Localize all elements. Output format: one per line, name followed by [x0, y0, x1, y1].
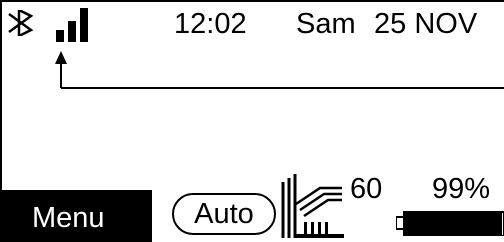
thermostat-display: 12:02 Sam 25 NOV Menu Auto 60 99% — [0, 0, 504, 242]
menu-softkey[interactable]: Menu — [2, 190, 152, 242]
auto-mode-badge: Auto — [172, 193, 276, 235]
battery-icon — [396, 211, 504, 236]
radiator-heat-icon — [281, 174, 344, 238]
heating-setpoint-value: 60 — [350, 173, 383, 205]
bluetooth-pointer-arrow — [55, 51, 504, 89]
battery-fill-level — [405, 213, 503, 235]
battery-percentage: 99% — [432, 173, 491, 205]
